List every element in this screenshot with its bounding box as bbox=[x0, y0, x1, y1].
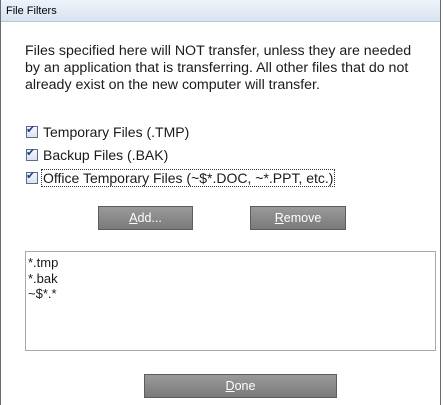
check-icon: ✔ bbox=[26, 124, 36, 136]
done-label: one bbox=[234, 379, 256, 393]
checkbox-box[interactable]: ✔ bbox=[26, 147, 38, 161]
title-bar: File Filters bbox=[1, 0, 440, 22]
checkbox-office-temporary-files[interactable]: ✔ Office Temporary Files (~$*.DOC, ~*.PP… bbox=[26, 169, 336, 187]
list-item[interactable]: *.tmp bbox=[28, 255, 435, 271]
description-text: Files specified here will NOT transfer, … bbox=[25, 43, 412, 93]
add-label: dd... bbox=[137, 211, 162, 225]
checkbox-box[interactable]: ✔ bbox=[26, 124, 38, 138]
add-button[interactable]: Add... bbox=[98, 206, 193, 230]
done-button[interactable]: Done bbox=[144, 374, 337, 398]
list-item[interactable]: *.bak bbox=[28, 271, 435, 287]
checkbox-temporary-files[interactable]: ✔ Temporary Files (.TMP) bbox=[26, 123, 190, 141]
checkbox-box[interactable]: ✔ bbox=[26, 170, 38, 184]
add-mnemonic: A bbox=[129, 211, 138, 225]
checkbox-backup-files[interactable]: ✔ Backup Files (.BAK) bbox=[26, 146, 169, 164]
remove-button[interactable]: Remove bbox=[250, 206, 346, 230]
checkbox-label: Office Temporary Files (~$*.DOC, ~*.PPT,… bbox=[40, 169, 336, 187]
list-item[interactable]: ~$*.* bbox=[28, 286, 435, 302]
checkbox-label: Temporary Files (.TMP) bbox=[43, 124, 190, 140]
checkbox-label: Backup Files (.BAK) bbox=[43, 147, 169, 163]
remove-mnemonic: R bbox=[274, 211, 284, 225]
remove-label: emove bbox=[283, 211, 322, 225]
check-icon: ✔ bbox=[26, 170, 36, 182]
done-mnemonic: D bbox=[225, 379, 235, 393]
check-icon: ✔ bbox=[26, 147, 36, 159]
window-title: File Filters bbox=[6, 5, 57, 17]
file-filters-dialog: File Filters Files specified here will N… bbox=[0, 0, 441, 405]
filter-patterns-list[interactable]: *.tmp *.bak ~$*.* bbox=[25, 251, 436, 351]
